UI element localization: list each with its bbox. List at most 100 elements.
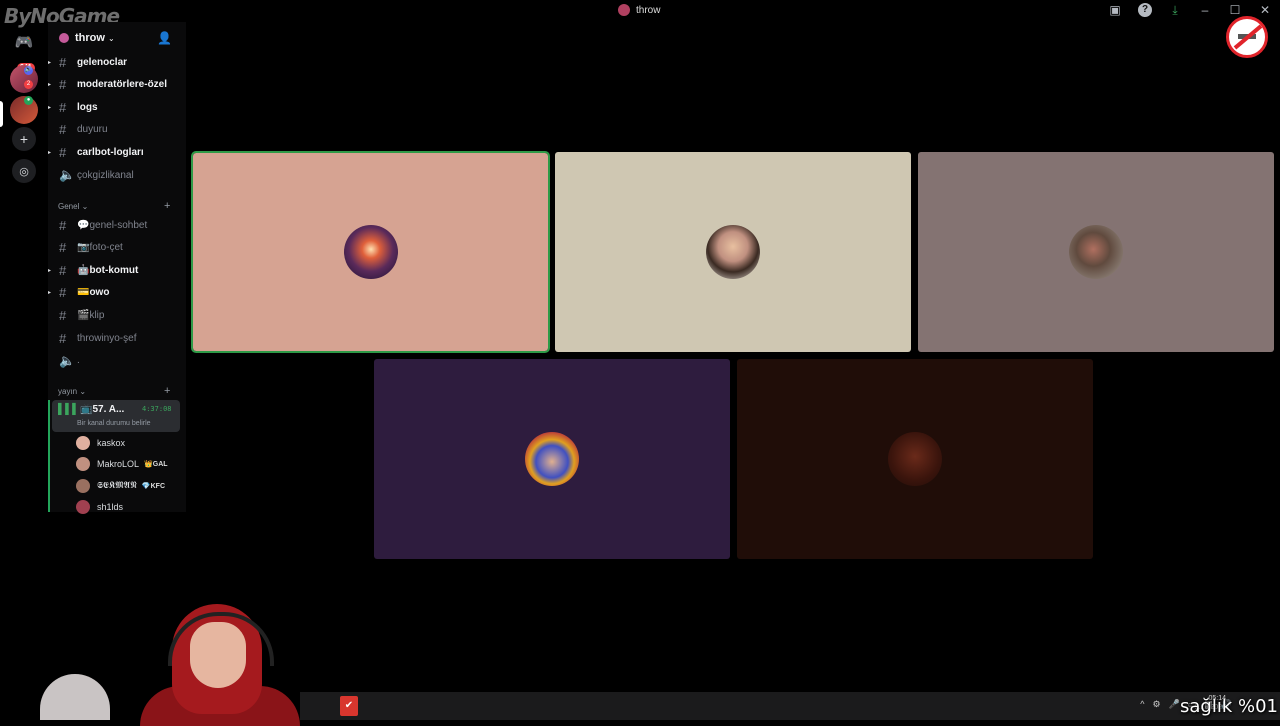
channel-item[interactable]: 🔈. [48,351,186,371]
category-genel[interactable]: Genel ⌄ + [58,200,170,212]
channel-name: çokgizlikanal [77,169,134,181]
hash-icon: # [59,330,67,346]
channel-item[interactable]: ▸ # 🤖bot-komut [48,260,186,280]
title-bar-icons: ▣ ? ⤓ – ☐ ✕ [1108,3,1272,17]
gear-icon[interactable]: ⚙ [1152,699,1160,710]
channel-name: logs [77,101,98,113]
category-label: yayın [58,387,78,396]
video-tile-1[interactable] [191,151,550,353]
avatar [343,225,398,279]
channel-item[interactable]: ▸ # carlbot-logları [48,142,186,162]
hash-icon: # [59,307,67,323]
user-tag: 💎KFC [141,482,166,490]
avatar [76,436,90,450]
video-tile-5[interactable] [737,359,1093,559]
server-name: throw [75,32,105,44]
server-icon [59,33,69,43]
app-icon[interactable]: ✔ [340,696,358,716]
maximize-icon[interactable]: ☐ [1228,3,1242,17]
channel-name: carlbot-logları [77,146,144,158]
channel-item[interactable]: ▸ # 💳owo [48,283,186,303]
hash-icon: # [59,77,67,93]
add-member-icon[interactable]: 👤 [157,31,172,45]
channel-name: duyuru [77,124,108,136]
server-header[interactable]: throw ⌄ 👤 [48,22,186,54]
help-icon[interactable]: ? [1138,3,1152,17]
hash-icon: # [59,122,67,138]
channel-item[interactable]: # duyuru [48,120,186,140]
inbox-icon[interactable]: ▣ [1108,3,1122,17]
add-channel-icon[interactable]: + [164,200,170,212]
health-overlay-text: sağlık %01 [1180,696,1278,717]
close-icon[interactable]: ✕ [1258,3,1272,17]
voice-timer: 4:37:08 [142,405,172,413]
hash-icon: # [59,262,67,278]
unread-indicator-icon: ▸ [48,149,52,156]
avatar [76,457,90,472]
hash-icon: # [59,99,67,115]
channel-item[interactable]: 🔈 çokgizlikanal [48,165,186,185]
active-voice-channel[interactable]: ▌▌▌ 📺57. A... 4:37:08 Bir kanal durumu b… [52,400,180,432]
channel-name: 🎬klip [77,309,105,321]
add-channel-icon[interactable]: + [164,385,170,397]
webcam-overlay [40,600,300,726]
add-server-icon[interactable]: + [12,127,36,151]
avatar [888,432,942,486]
server1-badge: 2 [24,80,33,89]
window-title: throw [618,4,660,16]
voice-activity-icon: ▌▌▌ [58,404,80,415]
channel-name: moderatörlere-özel [77,79,168,91]
user-tag: 👑GAL [144,461,168,469]
voice-user[interactable]: sh1lds [76,498,123,516]
channel-item[interactable]: # 💬genel-sohbet [48,215,186,235]
hash-icon: # [59,54,67,70]
channel-item[interactable]: # 📷foto-çet [48,238,186,258]
taskbar: ✔ ^ ⚙ 🎤 ▭ ▤ 🔊 05:14 2.10.2026 [300,692,1280,720]
speaker-icon: 🔈 [59,352,76,368]
speaker-icon: 🔊 [24,66,33,75]
minimize-icon[interactable]: – [1198,3,1212,17]
channel-item[interactable]: # throwinyo-şef [48,328,186,348]
channel-item[interactable]: ▸ # logs [48,97,186,117]
video-tile-2[interactable] [555,152,911,352]
channel-name: . [77,355,80,367]
channel-item[interactable]: ▸ # moderatörlere-özel [48,75,186,95]
hash-icon: # [59,240,67,256]
no-smoking-icon [1226,16,1268,58]
server-icon [618,4,630,16]
hash-icon: # [59,217,67,233]
selected-pill [0,101,3,127]
category-yayin[interactable]: yayın ⌄ + [58,385,170,397]
explore-icon[interactable]: ◎ [12,159,36,183]
hash-icon: # [59,144,67,160]
channel-name: 📷foto-çet [77,242,123,254]
voice-status[interactable]: Bir kanal durumu belirle [77,420,151,427]
voice-user[interactable]: 𝕾𝕰𝕶𝕸𝕬𝕹 💎KFC [76,477,165,495]
download-icon[interactable]: ⤓ [1168,3,1182,17]
channel-item[interactable]: ▸ # gelenoclar [48,52,186,72]
video-tile-4[interactable] [374,359,730,559]
chevron-up-icon[interactable]: ^ [1140,699,1144,710]
user-name: kaskox [97,438,126,448]
channel-name: throwinyo-şef [77,332,137,344]
avatar [76,478,90,493]
user-name: sh1lds [97,501,124,512]
channel-name: 💬genel-sohbet [77,219,148,231]
avatar [76,499,90,514]
unread-indicator-icon: ▸ [48,104,52,111]
category-label: Genel [58,202,80,211]
user-name: 𝕾𝕰𝕶𝕸𝕬𝕹 [97,480,137,491]
title-bar: throw ▣ ? ⤓ – ☐ ✕ [0,0,1280,22]
video-tile-3[interactable] [918,152,1274,352]
discord-home-icon[interactable]: 🎮 [10,28,38,56]
voice-user[interactable]: kaskox [76,434,125,452]
channel-name: 🤖bot-komut [77,264,139,276]
user-name: MakroLOL [97,459,140,470]
channel-item[interactable]: # 🎬klip [48,305,186,325]
voice-user[interactable]: MakroLOL 👑GAL [76,455,168,473]
unread-indicator-icon: ▸ [48,59,52,66]
window-title-text: throw [636,4,661,16]
chevron-down-icon: ⌄ [107,33,115,43]
mic-icon[interactable]: 🎤 [1169,699,1180,710]
unread-indicator-icon: ▸ [48,82,52,89]
